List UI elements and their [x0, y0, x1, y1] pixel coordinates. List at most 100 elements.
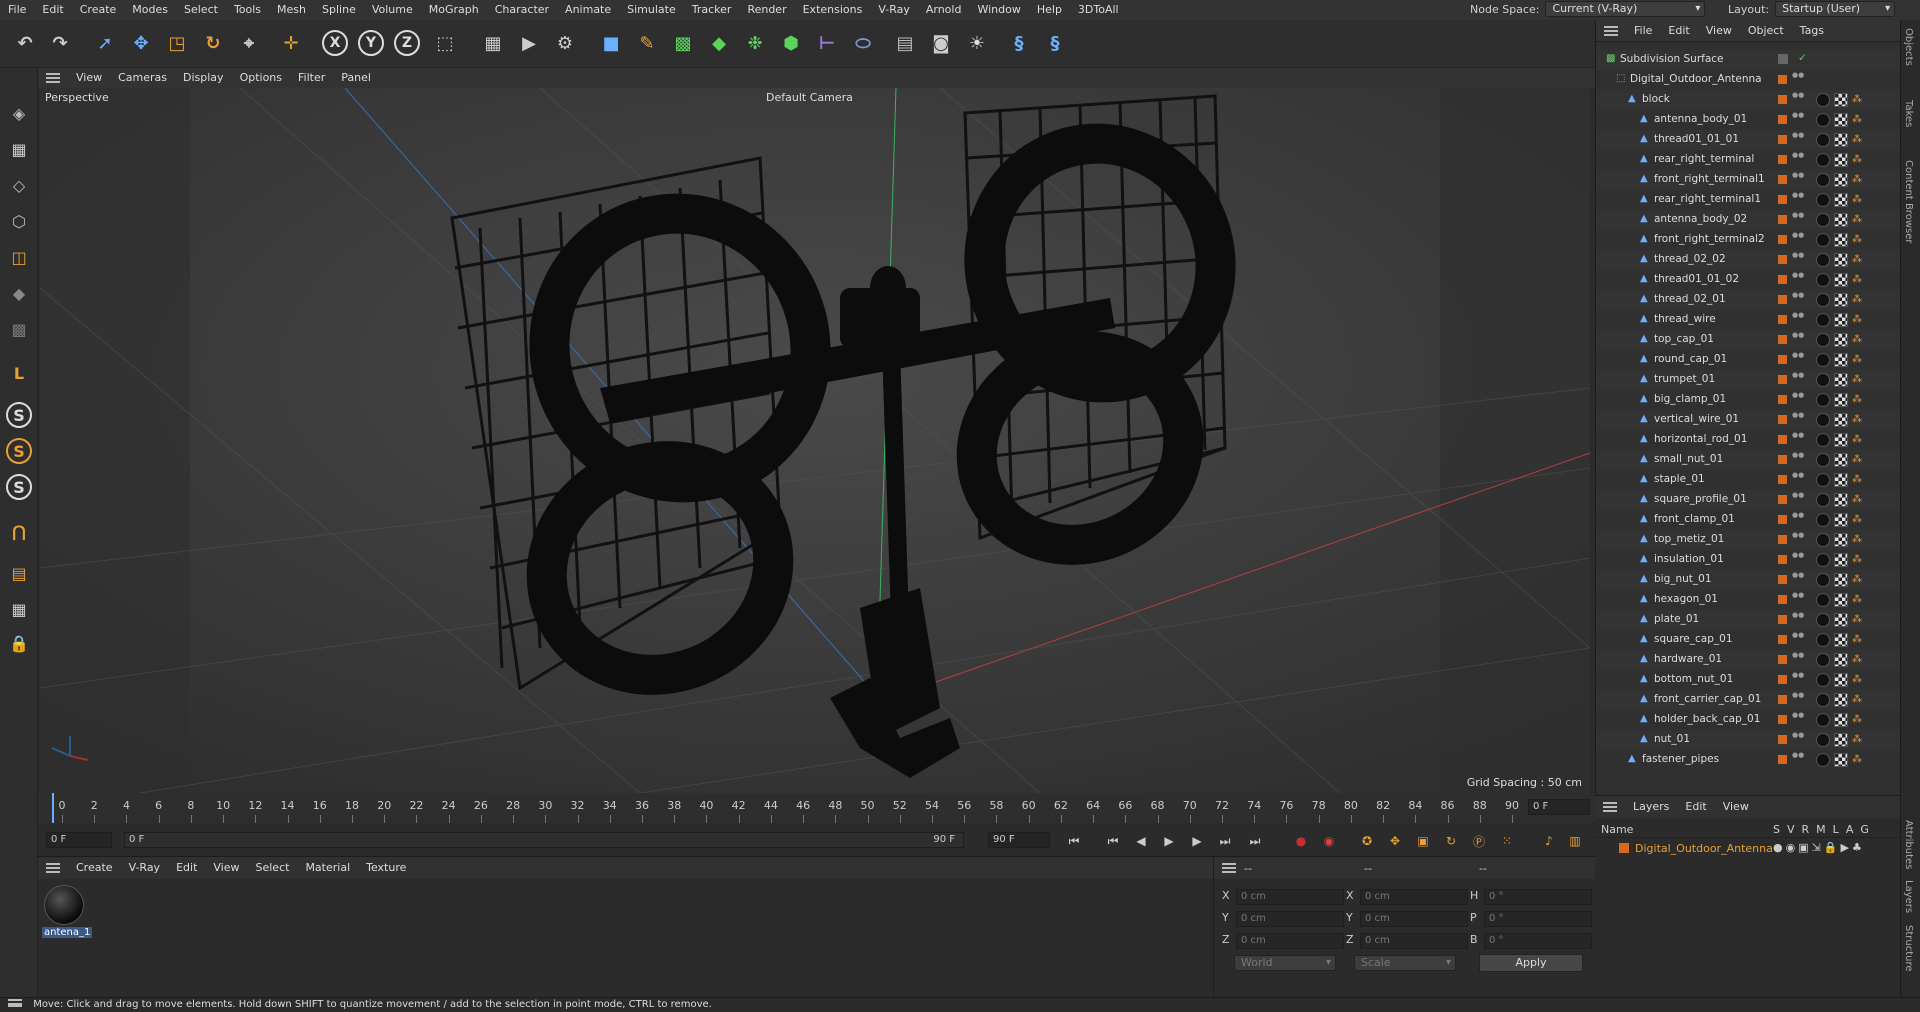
object-row[interactable]: ▲ hardware_01 ●● ⁂ [1596, 650, 1901, 670]
object-row[interactable]: ▲ plate_01 ●● ⁂ [1596, 610, 1901, 630]
auto-key-icon[interactable]: ◉ [1318, 831, 1340, 851]
timeline-extra-icon[interactable]: ▥ [1564, 831, 1586, 851]
layer-name[interactable]: Digital_Outdoor_Antenna [1635, 842, 1773, 855]
goto-start-icon[interactable]: ⏮ [1063, 831, 1085, 851]
viewport-perspective[interactable]: Perspective Default Camera Grid Spacing … [40, 88, 1590, 793]
phong-tag-icon[interactable]: ⁂ [1852, 334, 1862, 345]
material-tag-icon[interactable] [1816, 213, 1830, 227]
material-tag-icon[interactable] [1816, 433, 1830, 447]
uvw-tag-icon[interactable] [1834, 533, 1848, 547]
uvw-tag-icon[interactable] [1834, 753, 1848, 767]
phong-tag-icon[interactable]: ⁂ [1852, 534, 1862, 545]
uvw-tag-icon[interactable] [1834, 693, 1848, 707]
uvw-tag-icon[interactable] [1834, 433, 1848, 447]
phong-tag-icon[interactable]: ⁂ [1852, 574, 1862, 585]
uvw-tag-icon[interactable] [1834, 573, 1848, 587]
object-name[interactable]: top_metiz_01 [1654, 533, 1724, 545]
phong-tag-icon[interactable]: ⁂ [1852, 254, 1862, 265]
object-name[interactable]: antenna_body_01 [1654, 113, 1747, 125]
visibility-dots-icon[interactable]: ●● [1792, 452, 1804, 459]
layer-flag-a[interactable]: A [1846, 823, 1854, 836]
uvw-tag-icon[interactable] [1834, 93, 1848, 107]
pen-icon[interactable]: ✎ [632, 28, 662, 58]
visibility-dots-icon[interactable]: ●● [1792, 432, 1804, 439]
material-tag-icon[interactable] [1816, 313, 1830, 327]
object-row[interactable]: ▲ bottom_nut_01 ●● ⁂ [1596, 670, 1901, 690]
layer-menu-edit[interactable]: Edit [1677, 797, 1714, 817]
phong-tag-icon[interactable]: ⁂ [1852, 114, 1862, 125]
uvw-tag-icon[interactable] [1834, 193, 1848, 207]
x-axis-icon[interactable]: X [322, 30, 348, 56]
material-tag-icon[interactable] [1816, 373, 1830, 387]
menu-arnold[interactable]: Arnold [918, 0, 970, 20]
menu-character[interactable]: Character [487, 0, 557, 20]
material-tag-icon[interactable] [1816, 553, 1830, 567]
object-name[interactable]: Digital_Outdoor_Antenna [1630, 73, 1762, 85]
visibility-dots-icon[interactable]: ●● [1792, 192, 1804, 199]
phong-tag-icon[interactable]: ⁂ [1852, 494, 1862, 505]
recent-tool-icon[interactable]: ⌖ [234, 28, 264, 58]
layer-swatch[interactable] [1778, 495, 1787, 504]
object-name[interactable]: antenna_body_02 [1654, 213, 1747, 225]
object-menu-icon[interactable] [1604, 25, 1618, 36]
camera-icon[interactable]: ◙ [926, 28, 956, 58]
timeline-frame-field[interactable]: 0 F [1528, 799, 1590, 815]
visibility-dots-icon[interactable]: ●● [1792, 552, 1804, 559]
phong-tag-icon[interactable]: ⁂ [1852, 234, 1862, 245]
object-row[interactable]: ▲ thread01_01_02 ●● ⁂ [1596, 270, 1901, 290]
uvw-tag-icon[interactable] [1834, 673, 1848, 687]
add-tool-icon[interactable]: ✛ [276, 28, 306, 58]
coord-size-field[interactable]: 0 cm [1360, 911, 1468, 927]
uvw-tag-icon[interactable] [1834, 213, 1848, 227]
prev-frame-icon[interactable]: ◀ [1130, 831, 1152, 851]
layer-swatch[interactable] [1778, 355, 1787, 364]
coord-rot-field[interactable]: 0 ° [1484, 889, 1592, 905]
object-row[interactable]: ▲ square_profile_01 ●● ⁂ [1596, 490, 1901, 510]
visibility-dots-icon[interactable]: ●● [1792, 152, 1804, 159]
python2-icon[interactable]: § [1040, 28, 1070, 58]
material-tag-icon[interactable] [1816, 693, 1830, 707]
material-tag-icon[interactable] [1816, 193, 1830, 207]
visibility-dots-icon[interactable]: ●● [1792, 612, 1804, 619]
coordinate-system-icon[interactable]: ⬚ [430, 28, 460, 58]
layer-swatch[interactable] [1778, 115, 1787, 124]
coord-pos-field[interactable]: 0 cm [1236, 933, 1344, 949]
current-frame-field[interactable]: 0 F [46, 832, 112, 848]
material-tag-icon[interactable] [1816, 753, 1830, 767]
extrude-icon[interactable]: ◆ [704, 28, 734, 58]
object-row[interactable]: ▲ block ●● ⁂ [1596, 90, 1901, 110]
uvw-tag-icon[interactable] [1834, 373, 1848, 387]
material-tag-icon[interactable] [1816, 533, 1830, 547]
viewport-menu-panel[interactable]: Panel [333, 68, 379, 88]
cube-icon[interactable]: ■ [596, 28, 626, 58]
material-menu-view[interactable]: View [205, 858, 247, 878]
object-row[interactable]: ▲ antenna_body_02 ●● ⁂ [1596, 210, 1901, 230]
object-row[interactable]: ▲ top_cap_01 ●● ⁂ [1596, 330, 1901, 350]
layer-flag-l[interactable]: L [1833, 823, 1839, 836]
object-name[interactable]: thread_02_01 [1654, 293, 1726, 305]
frame-range-slider[interactable]: 0 F 90 F [124, 832, 964, 848]
object-name[interactable]: trumpet_01 [1654, 373, 1715, 385]
material-tag-icon[interactable] [1816, 253, 1830, 267]
coord-size-field[interactable]: 0 cm [1360, 889, 1468, 905]
visibility-dots-icon[interactable]: ●● [1792, 632, 1804, 639]
visibility-dots-icon[interactable]: ●● [1792, 312, 1804, 319]
object-name[interactable]: front_carrier_cap_01 [1654, 693, 1761, 705]
visibility-dots-icon[interactable]: ●● [1792, 372, 1804, 379]
object-row[interactable]: ▲ vertical_wire_01 ●● ⁂ [1596, 410, 1901, 430]
object-name[interactable]: staple_01 [1654, 473, 1705, 485]
phong-tag-icon[interactable]: ⁂ [1852, 374, 1862, 385]
phong-tag-icon[interactable]: ⁂ [1852, 214, 1862, 225]
material-tag-icon[interactable] [1816, 613, 1830, 627]
live-select-icon[interactable]: ➚ [90, 28, 120, 58]
phong-tag-icon[interactable]: ⁂ [1852, 154, 1862, 165]
visibility-dots-icon[interactable]: ●● [1792, 472, 1804, 479]
phong-tag-icon[interactable]: ⁂ [1852, 714, 1862, 725]
menu-edit[interactable]: Edit [34, 0, 71, 20]
object-name[interactable]: front_right_terminal2 [1654, 233, 1765, 245]
layer-swatch[interactable] [1778, 515, 1787, 524]
uvw-tag-icon[interactable] [1834, 293, 1848, 307]
node-space-dropdown[interactable]: Current (V-Ray) [1545, 1, 1706, 17]
object-row[interactable]: ▲ square_cap_01 ●● ⁂ [1596, 630, 1901, 650]
side-tab-layers[interactable]: Layers [1903, 880, 1914, 913]
